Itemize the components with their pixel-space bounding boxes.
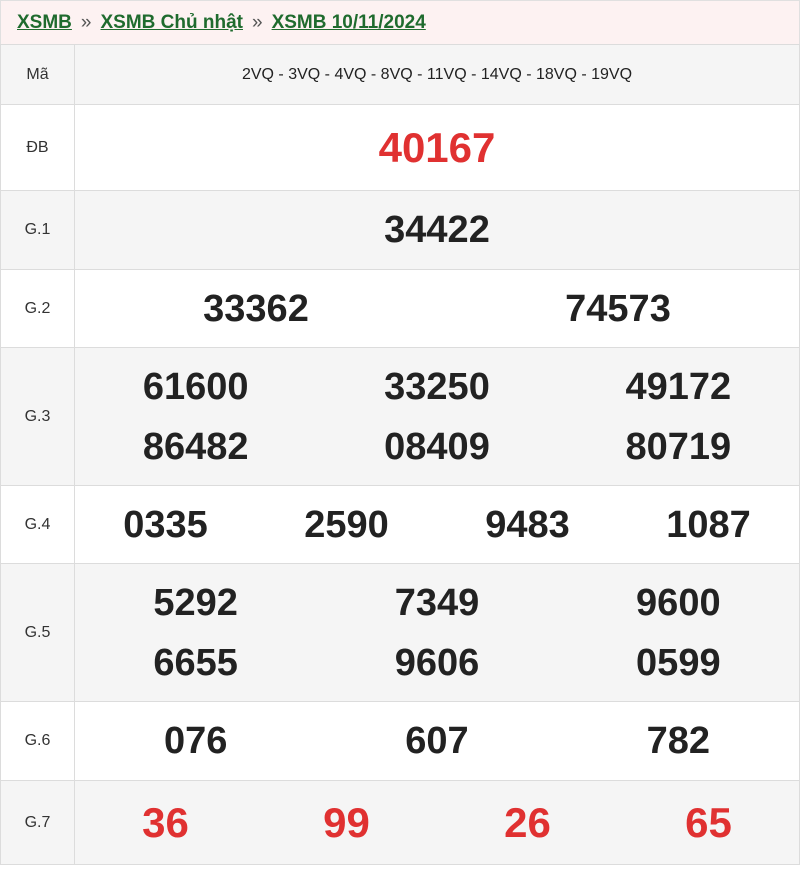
- prize-number-g1: 34422: [384, 209, 490, 251]
- prize-number-g5: 5292: [153, 581, 238, 624]
- prize-number-g4: 0335: [123, 503, 208, 546]
- prize-number-g5: 7349: [394, 581, 480, 624]
- prize-number-g6: 076: [163, 720, 228, 762]
- breadcrumb: XSMB » XSMB Chủ nhật » XSMB 10/11/2024: [0, 0, 800, 44]
- codes-label: Mã: [0, 44, 75, 105]
- prize-number-g4: 1087: [666, 503, 751, 546]
- prize-number-g3: 33250: [384, 365, 490, 408]
- breadcrumb-link-date[interactable]: XSMB 10/11/2024: [272, 12, 426, 34]
- prize-number-g2: 74573: [565, 287, 671, 330]
- prize-number-g5: 9606: [394, 641, 480, 684]
- prize-number-g4: 2590: [304, 503, 389, 546]
- prize-row-g3: G.3 61600 33250 49172 86482 08409 80719: [0, 347, 800, 486]
- breadcrumb-separator: »: [80, 11, 92, 33]
- prize-label-g4: G.4: [0, 485, 75, 564]
- prize-number-g3: 86482: [142, 425, 249, 468]
- prize-number-g6: 607: [405, 720, 469, 762]
- prize-number-g7: 65: [685, 798, 732, 846]
- prize-label-db: ĐB: [0, 104, 75, 191]
- prize-number-g7: 36: [142, 798, 189, 846]
- prize-number-g4: 9483: [485, 503, 570, 546]
- prize-number-db: 40167: [378, 123, 496, 171]
- codes-row: Mã 2VQ - 3VQ - 4VQ - 8VQ - 11VQ - 14VQ -…: [0, 44, 800, 105]
- prize-number-g5: 9600: [636, 581, 721, 624]
- prize-row-g7: G.7 36 99 26 65: [0, 780, 800, 865]
- prize-label-g7: G.7: [0, 780, 75, 865]
- breadcrumb-separator: »: [251, 11, 263, 33]
- prize-number-g7: 99: [323, 798, 370, 846]
- prize-row-g1: G.1 34422: [0, 190, 800, 270]
- prize-label-g5: G.5: [0, 563, 75, 702]
- prize-number-g7: 26: [504, 798, 551, 846]
- prize-row-g5: G.5 5292 7349 9600 6655 9606 0599: [0, 563, 800, 702]
- prize-label-g3: G.3: [0, 347, 75, 486]
- prize-number-g3: 08409: [384, 425, 490, 468]
- breadcrumb-link-sunday[interactable]: XSMB Chủ nhật: [100, 12, 243, 34]
- results-table: Mã 2VQ - 3VQ - 4VQ - 8VQ - 11VQ - 14VQ -…: [0, 44, 800, 865]
- prize-row-db: ĐB 40167: [0, 104, 800, 191]
- prize-label-g1: G.1: [0, 190, 75, 270]
- prize-number-g2: 33362: [203, 287, 309, 330]
- prize-row-g4: G.4 0335 2590 9483 1087: [0, 485, 800, 564]
- prize-number-g5: 6655: [153, 641, 238, 684]
- prize-number-g3: 80719: [625, 425, 732, 468]
- prize-row-g6: G.6 076 607 782: [0, 701, 800, 781]
- prize-label-g6: G.6: [0, 701, 75, 781]
- prize-number-g3: 61600: [142, 365, 249, 408]
- prize-number-g3: 49172: [625, 365, 732, 408]
- prize-number-g6: 782: [646, 720, 711, 762]
- prize-row-g2: G.2 33362 74573: [0, 269, 800, 348]
- codes-value: 2VQ - 3VQ - 4VQ - 8VQ - 11VQ - 14VQ - 18…: [74, 44, 800, 105]
- prize-label-g2: G.2: [0, 269, 75, 348]
- prize-number-g5: 0599: [636, 641, 721, 684]
- breadcrumb-link-xsmb[interactable]: XSMB: [17, 12, 72, 34]
